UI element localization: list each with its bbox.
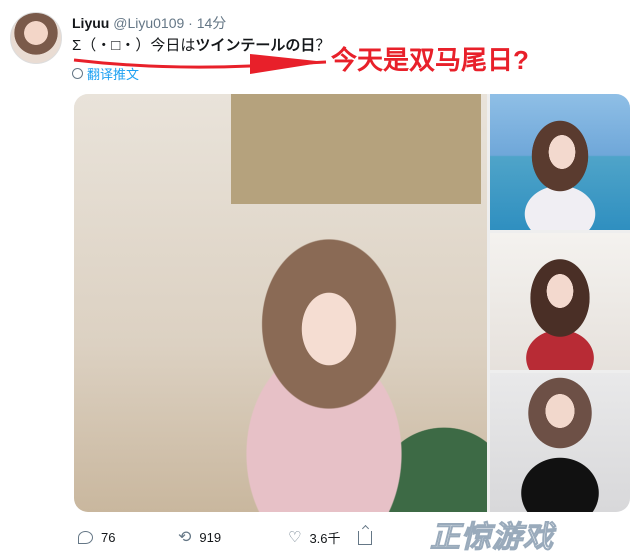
watermark: 正惊游戏	[430, 521, 554, 555]
like-button[interactable]: ♡ 3.6千	[288, 528, 358, 547]
retweet-count: 919	[199, 530, 222, 545]
translate-link[interactable]: 翻译推文	[72, 64, 139, 83]
reply-icon	[78, 531, 93, 544]
user-handle[interactable]: @Liyu0109	[113, 15, 184, 31]
retweet-button[interactable]: ⟲ 919	[178, 528, 288, 546]
retweet-icon: ⟲	[178, 528, 192, 546]
photo-red-dress[interactable]	[490, 233, 630, 370]
media-grid	[74, 94, 630, 512]
heart-icon: ♡	[288, 529, 302, 546]
photo-main[interactable]	[74, 94, 487, 512]
photo-pool[interactable]	[490, 94, 630, 230]
globe-icon	[72, 68, 83, 79]
translate-label: 翻译推文	[87, 67, 140, 82]
timestamp[interactable]: 14分	[197, 15, 227, 31]
reply-button[interactable]: 76	[78, 530, 178, 545]
separator-dot: ·	[188, 15, 193, 31]
action-bar: 76 ⟲ 919 ♡ 3.6千	[78, 528, 372, 547]
share-button[interactable]	[358, 530, 372, 545]
tweet-header: Liyuu @Liyu0109 · 14分	[72, 13, 226, 33]
avatar[interactable]	[10, 12, 62, 64]
share-icon	[358, 530, 372, 545]
annotation-text: 今天是双马尾日?	[331, 45, 529, 75]
display-name[interactable]: Liyuu	[72, 15, 109, 31]
reply-count: 76	[101, 530, 116, 545]
photo-glasses[interactable]	[490, 373, 630, 512]
like-count: 3.6千	[309, 531, 341, 546]
